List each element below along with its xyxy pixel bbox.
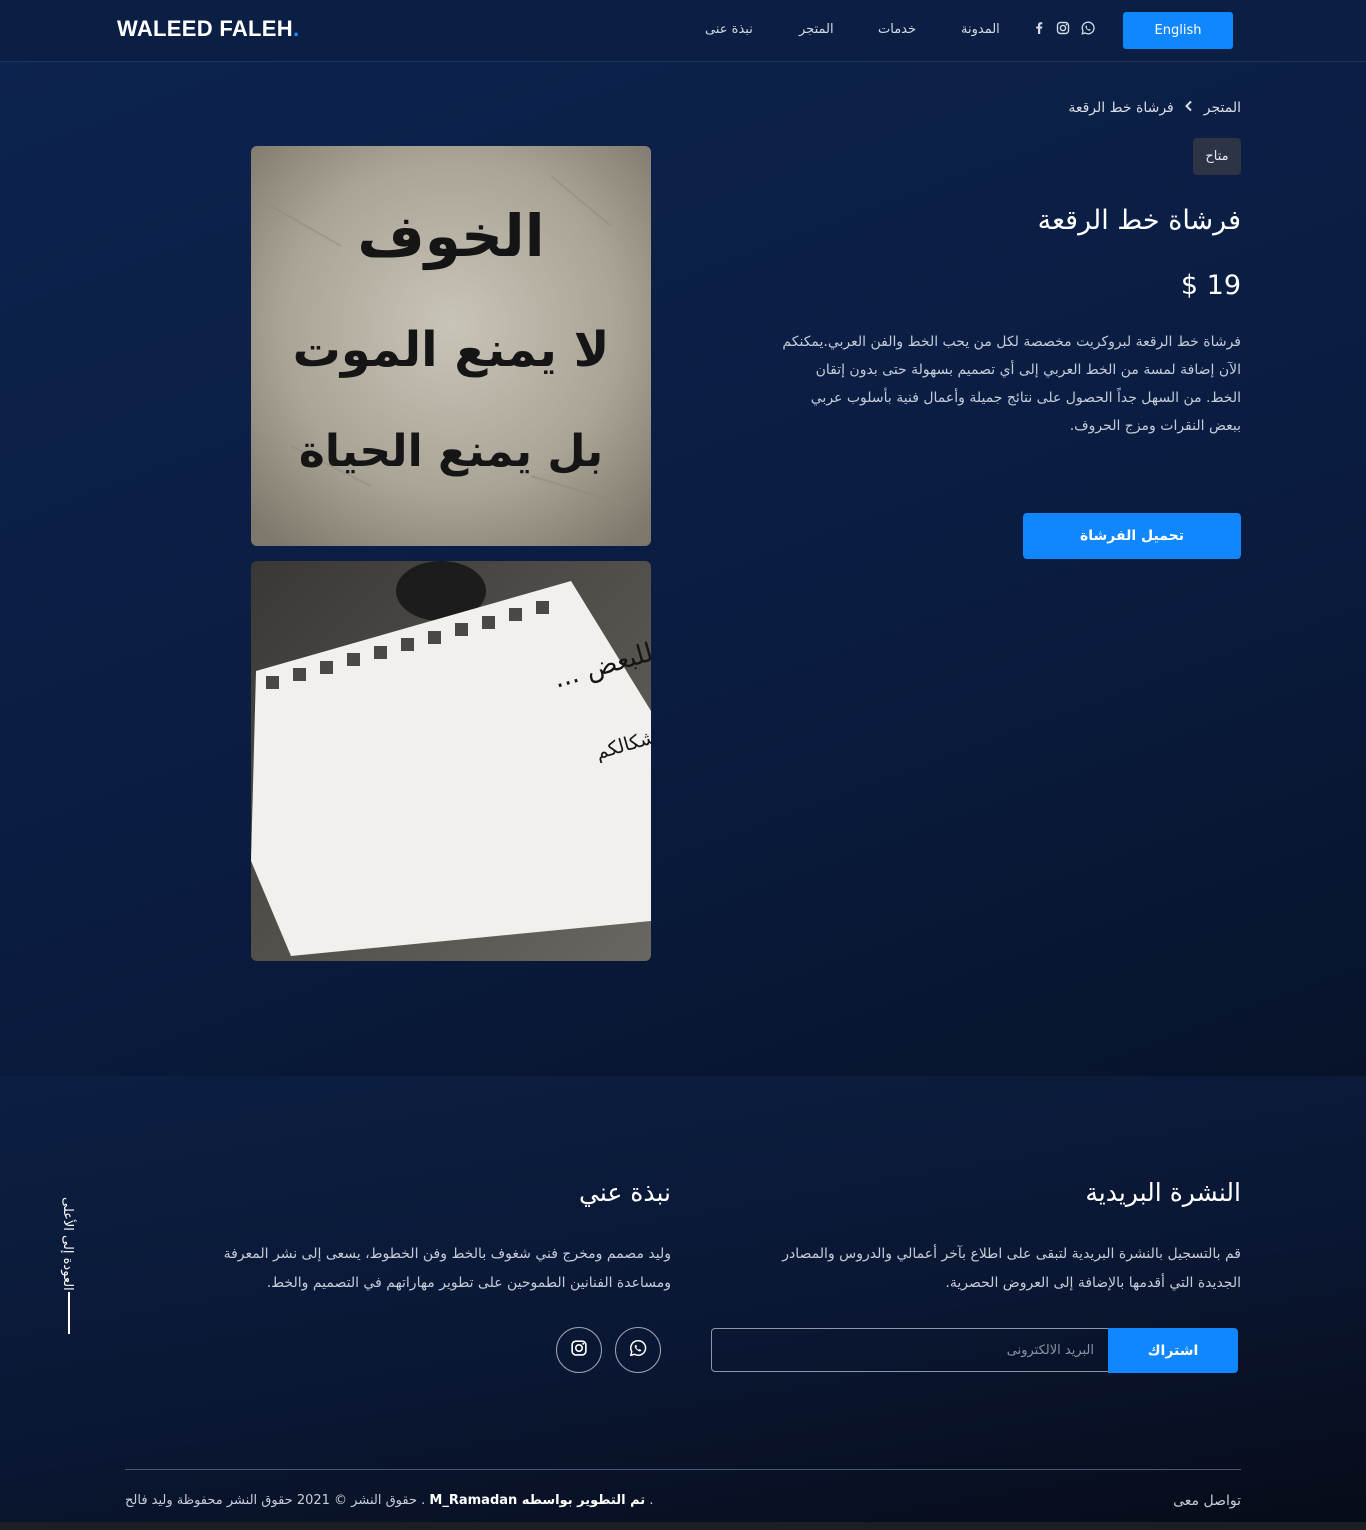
copyright-text: . تم التطوير بواسطه M_Ramadan . حقوق الن… [125,1493,653,1508]
breadcrumb-store-link[interactable]: المتجر [1204,100,1241,116]
description-line: الآن إضافة لمسة من الخط العربي إلى أي تص… [815,362,1241,378]
about-text: وليد مصمم ومخرج فني شغوف بالخط وفن الخطو… [130,1240,671,1298]
subscribe-button[interactable]: اشتراك [1108,1328,1238,1373]
breadcrumb: المتجر فرشاة خط الرقعة [1068,100,1241,116]
newsletter-text-line: الجديدة التي أقدمها بالإضافة إلى العروض … [945,1275,1241,1291]
site-logo[interactable]: WALEED FALEH. [117,16,299,42]
footer-divider [125,1469,1241,1470]
contact-me-link[interactable]: تواصل معى [1173,1493,1241,1509]
newsletter-title: النشرة البريدية [1085,1178,1241,1207]
product-image-calligraphy-wall[interactable]: الخوف لا يمنع الموت بل يمنع الحياة [251,146,651,546]
about-title: نبذة عني [579,1178,671,1207]
product-price: 19 $ [1180,270,1241,301]
whatsapp-icon [628,1338,648,1362]
description-line: ببعض النقرات ومزج الحروف. [1069,418,1241,434]
footer-instagram-button[interactable] [556,1327,602,1373]
nav-services[interactable]: خدمات [878,22,916,37]
footer-whatsapp-button[interactable] [615,1327,661,1373]
site-footer [0,1076,1366,1530]
copyright-prefix: . حقوق النشر © 2021 حقوق النشر محفوظة ول… [125,1493,426,1508]
image-text-line: بل يمنع الحياة [299,426,603,477]
breadcrumb-current: فرشاة خط الرقعة [1068,100,1174,116]
developer-credit[interactable]: تم التطوير بواسطه M_Ramadan [429,1493,645,1508]
nav-blog[interactable]: المدونة [961,22,1000,37]
about-text-line: وليد مصمم ومخرج فني شغوف بالخط وفن الخطو… [223,1246,671,1262]
chevron-left-icon [1184,100,1194,116]
top-navbar: WALEED FALEH. نبذة عنى المتجر خدمات المد… [0,0,1366,62]
image-text-line: الخوف [357,202,544,271]
about-text-line: ومساعدة الفنانين الطموحين على تطوير مهار… [266,1275,671,1291]
newsletter-email-input[interactable] [711,1328,1109,1372]
language-toggle-button[interactable]: English [1123,12,1233,49]
nav-store[interactable]: المتجر [799,22,834,37]
whatsapp-icon[interactable] [1080,20,1096,36]
image-text-line: لا يمنع الموت [293,322,610,378]
description-line: الخط. من السهل جداً الحصول على نتائج جمي… [810,390,1241,406]
bottom-strip [0,1522,1366,1530]
instagram-icon[interactable] [1055,20,1071,36]
availability-badge: متاح [1193,138,1241,175]
nav-about[interactable]: نبذة عنى [705,22,753,37]
copyright-suffix: . [649,1493,654,1508]
description-line: فرشاة خط الرقعة لبروكريت مخصصة لكل من يح… [782,334,1241,350]
product-description: فرشاة خط الرقعة لبروكريت مخصصة لكل من يح… [700,328,1241,440]
product-image-calligraphy-note[interactable]: للبعض ... كم نتمنى أن تشبه نواياكم أشكال… [251,561,651,961]
back-to-top-label: العودة إلى الأعلى [60,1197,75,1291]
product-title: فرشاة خط الرقعة [1037,205,1241,236]
back-to-top-line [68,1292,70,1334]
newsletter-text-line: قم بالتسجيل بالنشرة البريدية لتبقى على ا… [782,1246,1241,1262]
instagram-icon [569,1338,589,1362]
back-to-top-button[interactable]: العودة إلى الأعلى [60,1197,84,1337]
newsletter-text: قم بالتسجيل بالنشرة البريدية لتبقى على ا… [700,1240,1241,1298]
download-brush-button[interactable]: تحميل الفرشاة [1023,513,1241,559]
facebook-icon[interactable] [1031,20,1047,36]
